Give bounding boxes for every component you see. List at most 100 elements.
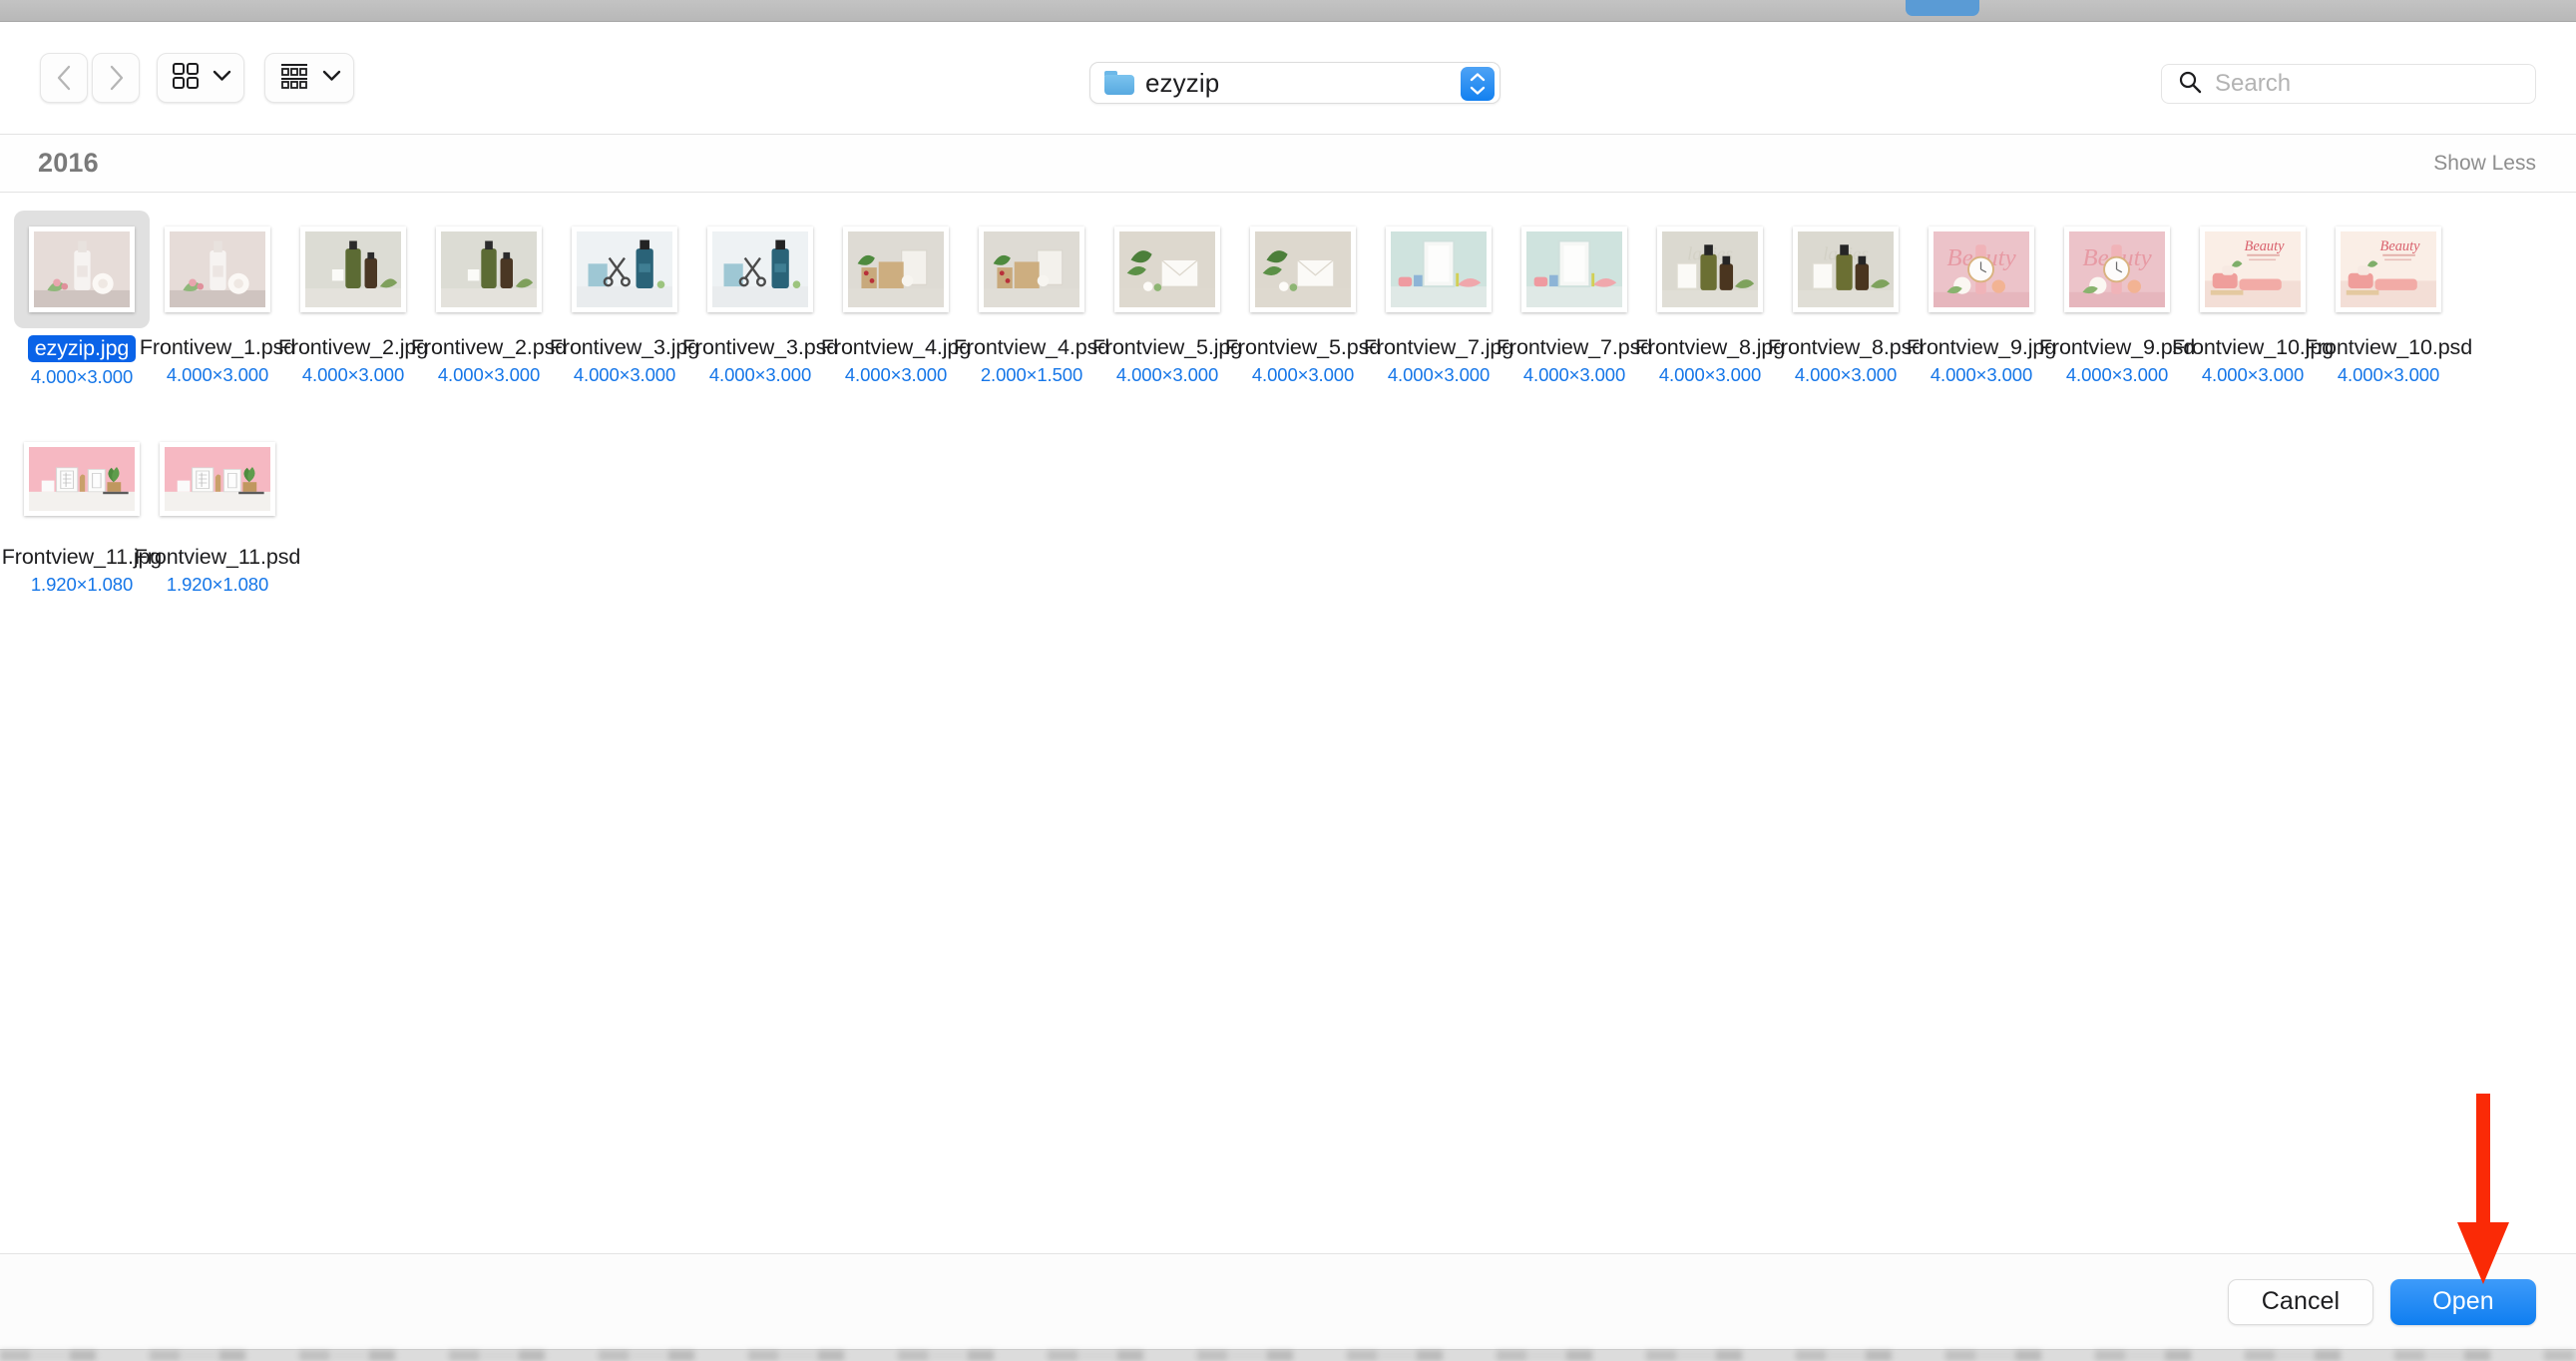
- file-item[interactable]: Frontview_5.jpg 4.000×3.000: [1092, 211, 1242, 388]
- group-view-button[interactable]: [264, 53, 354, 103]
- thumbnail-image-green-bottles: [436, 227, 542, 312]
- file-thumbnail: [1099, 211, 1235, 328]
- thumbnail-image-pink-frames-plant: [24, 442, 140, 516]
- file-name: Frontivew_3.psd: [681, 335, 839, 359]
- file-name: Frontview_4.jpg: [820, 335, 972, 359]
- background-window-tab: [1906, 0, 1979, 16]
- show-less-link[interactable]: Show Less: [2433, 152, 2536, 176]
- file-item[interactable]: Beauty Frontview_9.jpg 4.000×3.000: [1907, 211, 2056, 388]
- file-item[interactable]: ladies Frontview_8.psd 4.000×3.000: [1768, 211, 1924, 388]
- file-thumbnail: [1506, 211, 1642, 328]
- file-thumbnail: [692, 211, 828, 328]
- file-item[interactable]: Frontview_4.psd 2.000×1.500: [954, 211, 1109, 388]
- open-button[interactable]: Open: [2390, 1278, 2536, 1325]
- file-item[interactable]: BeautyFrontview_9.psd4.000×3.000: [2039, 211, 2195, 388]
- thumbnail-image-teal-bottle-scissors: [707, 227, 813, 312]
- current-folder-label: ezyzip: [1145, 67, 1220, 98]
- thumbnail-image-bottle-white-rose: [29, 227, 135, 312]
- folder-path-dropdown[interactable]: ezyzip: [1089, 62, 1501, 104]
- file-thumbnail: Beauty: [2321, 211, 2456, 328]
- file-dimensions: 4.000×3.000: [2201, 364, 2305, 385]
- thumbnail-image-kraft-boxes-plant: [979, 227, 1084, 312]
- file-thumbnail: [1371, 211, 1506, 328]
- search-placeholder: Search: [2215, 70, 2292, 97]
- file-thumbnail: [557, 211, 692, 328]
- file-dimensions: 4.000×3.000: [30, 366, 134, 387]
- file-name: Frontview_8.jpg: [1634, 335, 1786, 359]
- file-item[interactable]: Frontview_11.jpg 1.920×1.080: [2, 420, 162, 596]
- svg-text:Beauty: Beauty: [2245, 238, 2286, 254]
- file-item[interactable]: Frontview_7.psd 4.000×3.000: [1497, 211, 1652, 388]
- dialog-footer: Cancel Open: [0, 1253, 2576, 1349]
- svg-text:Beauty: Beauty: [2380, 238, 2421, 254]
- path-stepper-button[interactable]: [1461, 67, 1495, 101]
- file-name: ezyzip.jpg: [27, 335, 137, 362]
- group-by-icon: [279, 62, 309, 95]
- file-item[interactable]: Frontview_4.jpg 4.000×3.000: [821, 211, 971, 388]
- file-item[interactable]: Frontivew_1.psd 4.000×3.000: [140, 211, 295, 388]
- file-thumbnail: Beauty: [2185, 211, 2321, 328]
- thumbnail-image-beauty-towels: Beauty: [2336, 227, 2441, 312]
- file-thumbnail: [150, 420, 285, 538]
- file-name: Frontview_7.jpg: [1363, 335, 1514, 359]
- navigation-buttons: [40, 53, 140, 103]
- thumbnail-image-pink-watch-beauty: Beauty: [1929, 227, 2034, 312]
- desktop-bottom-strip: [0, 1349, 2576, 1361]
- chevron-right-icon: [108, 65, 125, 91]
- file-name: Frontview_4.psd: [953, 335, 1110, 359]
- grid-view-icon: [172, 62, 200, 95]
- search-field[interactable]: Search: [2161, 64, 2536, 104]
- file-name: Frontview_11.psd: [134, 545, 301, 569]
- back-button[interactable]: [40, 53, 88, 103]
- icon-view-button[interactable]: [157, 53, 244, 103]
- thumbnail-image-beauty-towels: Beauty: [2200, 227, 2306, 312]
- file-dimensions: 4.000×3.000: [166, 364, 269, 385]
- chevron-down-icon: [322, 69, 341, 87]
- desktop-top-strip: [0, 0, 2576, 22]
- open-file-dialog: ezyzip Search 2016 Show Less ezyzip.jpg 4…: [0, 22, 2576, 1349]
- file-name: Frontivew_1.psd: [139, 335, 296, 359]
- file-dimensions: 4.000×3.000: [1251, 364, 1355, 385]
- file-dimensions: 4.000×3.000: [844, 364, 948, 385]
- file-item[interactable]: Beauty Frontview_10.psd 4.000×3.000: [2305, 211, 2472, 388]
- thumbnail-image-kraft-boxes-plant: [843, 227, 949, 312]
- file-thumbnail: Beauty: [2049, 211, 2185, 328]
- file-dimensions: 4.000×3.000: [573, 364, 676, 385]
- file-item[interactable]: Frontview_11.psd 1.920×1.080: [135, 420, 300, 596]
- file-browser-content[interactable]: ezyzip.jpg 4.000×3.000 Frontivew_1.psd 4.00…: [0, 193, 2576, 1253]
- file-item[interactable]: Beauty Frontview_10.jpg 4.000×3.000: [2172, 211, 2334, 388]
- file-item[interactable]: Frontview_5.psd 4.000×3.000: [1225, 211, 1381, 388]
- file-dimensions: 2.000×1.500: [980, 364, 1083, 385]
- file-name: Frontview_10.psd: [2304, 335, 2473, 359]
- file-thumbnail: [14, 420, 150, 538]
- file-dimensions: 4.000×3.000: [1658, 364, 1762, 385]
- thumbnail-image-pink-watch-beauty: Beauty: [2064, 227, 2170, 312]
- file-thumbnail: [1235, 211, 1371, 328]
- thumbnail-image-mint-frame-pink: [1386, 227, 1492, 312]
- cancel-button[interactable]: Cancel: [2228, 1278, 2373, 1325]
- file-name: Frontview_8.psd: [1767, 335, 1925, 359]
- file-name: Frontview_9.jpg: [1906, 335, 2057, 359]
- thumbnail-image-green-bottles: [300, 227, 406, 312]
- dialog-toolbar: ezyzip Search: [0, 22, 2576, 134]
- file-dimensions: 4.000×3.000: [1794, 364, 1898, 385]
- thumbnail-image-bonsai-envelope: [1250, 227, 1356, 312]
- file-item[interactable]: Frontivew_3.jpg 4.000×3.000: [550, 211, 699, 388]
- file-item[interactable]: ladies Frontview_8.jpg 4.000×3.000: [1635, 211, 1785, 388]
- chevron-left-icon: [56, 65, 73, 91]
- file-thumbnail: [285, 211, 421, 328]
- file-item[interactable]: Frontivew_2.psd 4.000×3.000: [411, 211, 567, 388]
- file-item[interactable]: Frontview_7.jpg 4.000×3.000: [1364, 211, 1513, 388]
- chevron-down-icon: [213, 69, 231, 87]
- file-thumbnail: ladies: [1778, 211, 1914, 328]
- file-thumbnail: [828, 211, 964, 328]
- file-dimensions: 4.000×3.000: [437, 364, 541, 385]
- file-dimensions: 4.000×3.000: [1522, 364, 1626, 385]
- file-item[interactable]: ezyzip.jpg 4.000×3.000: [14, 211, 150, 388]
- file-thumbnail: [150, 211, 285, 328]
- file-dimensions: 4.000×3.000: [1387, 364, 1491, 385]
- file-name: Frontview_5.psd: [1224, 335, 1382, 359]
- forward-button[interactable]: [92, 53, 140, 103]
- file-item[interactable]: Frontivew_3.psd 4.000×3.000: [682, 211, 838, 388]
- file-item[interactable]: Frontivew_2.jpg 4.000×3.000: [278, 211, 428, 388]
